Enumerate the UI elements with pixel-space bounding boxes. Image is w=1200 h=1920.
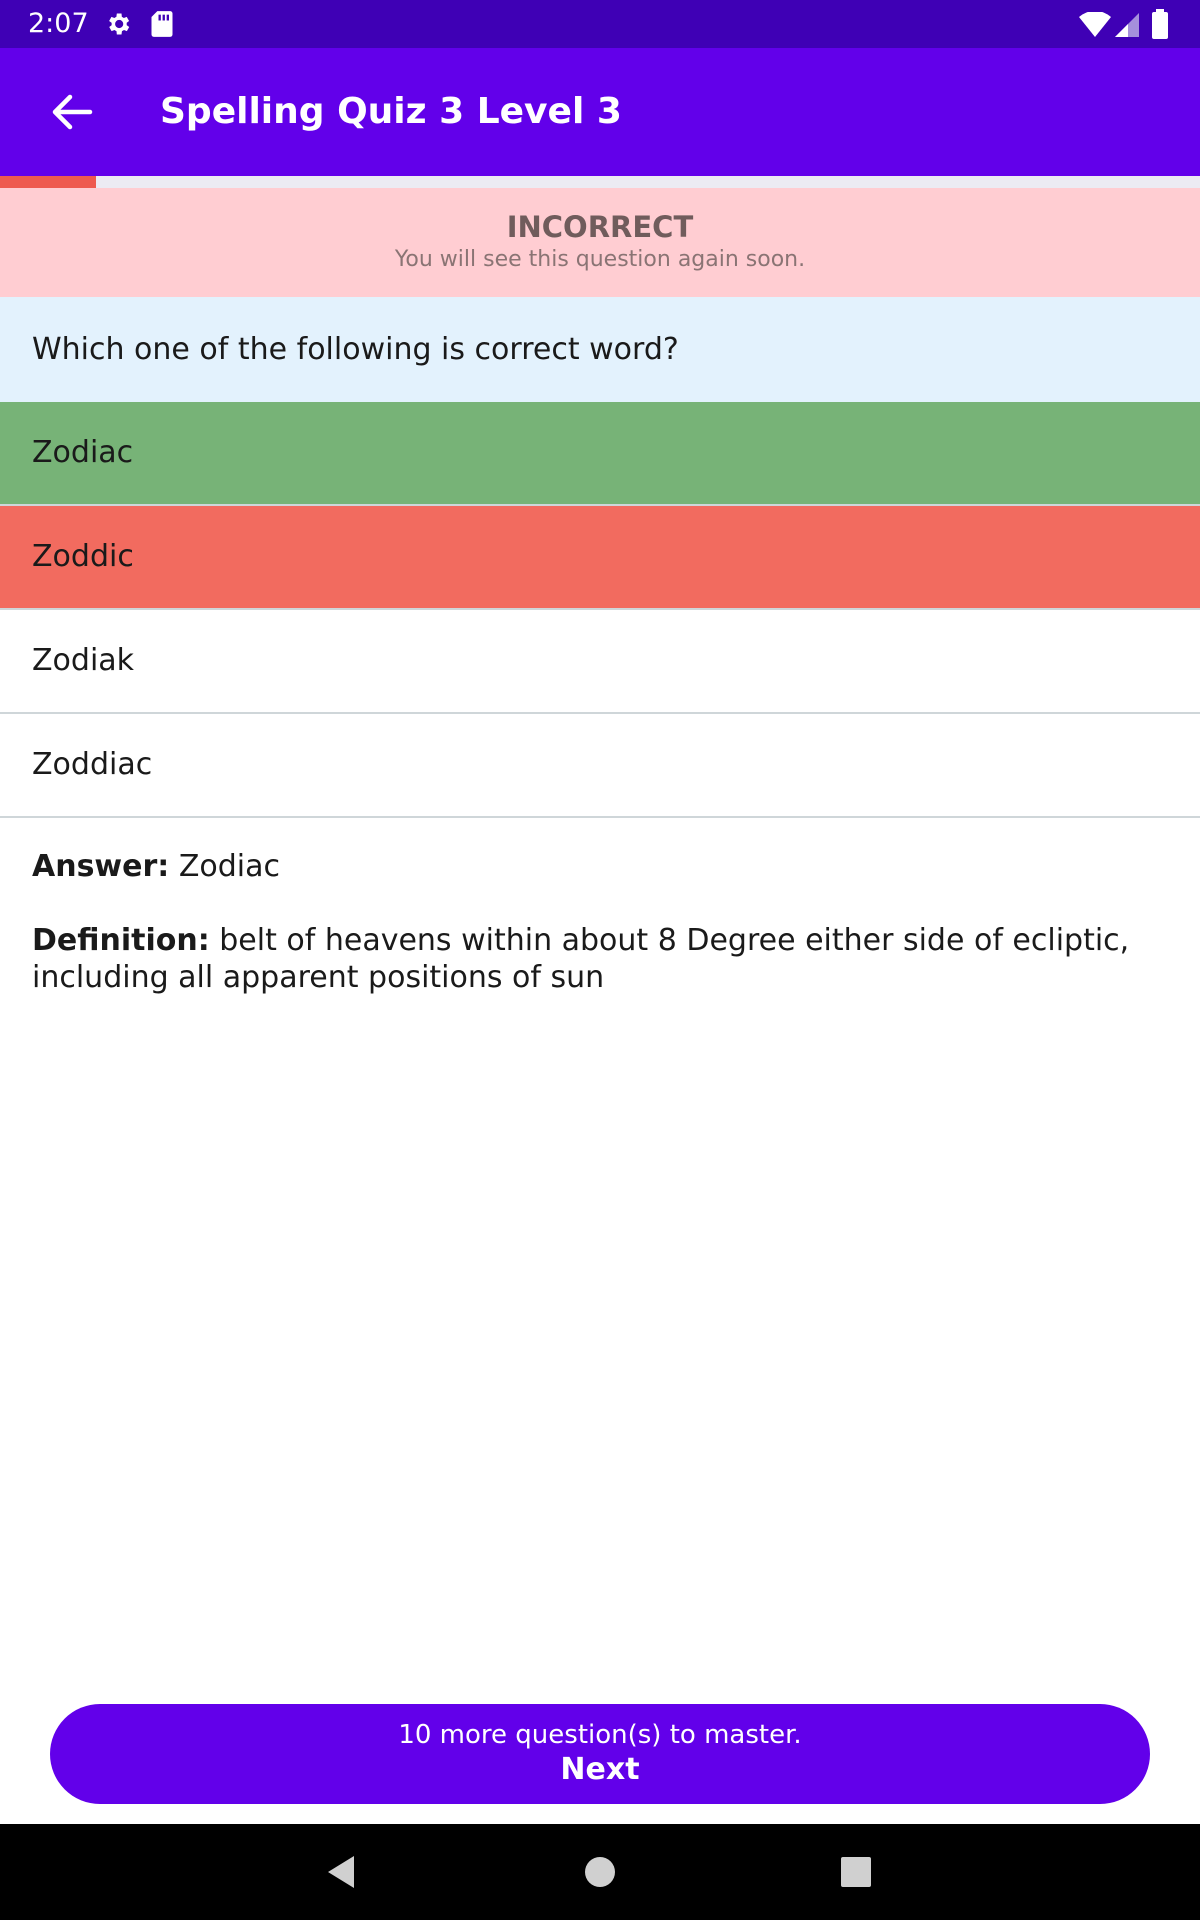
quiz-progress-fill [0, 176, 96, 188]
gear-icon [104, 10, 132, 42]
signal-icon [1114, 12, 1140, 42]
answer-options: Zodiac Zoddic Zodiak Zoddiac [0, 402, 1200, 818]
page-title: Spelling Quiz 3 Level 3 [160, 91, 622, 132]
recents-square-icon [832, 1857, 880, 1900]
question-text: Which one of the following is correct wo… [0, 297, 1200, 402]
definition-label: Definition: [32, 923, 210, 958]
feedback-subtitle: You will see this question again soon. [394, 247, 806, 272]
wifi-icon [1078, 10, 1112, 42]
back-button[interactable] [40, 80, 104, 144]
remaining-questions-text: 10 more question(s) to master. [398, 1720, 802, 1750]
nav-home-button[interactable] [576, 1848, 624, 1896]
nav-recents-button[interactable] [832, 1848, 880, 1896]
status-time: 2:07 [28, 8, 89, 39]
answer-option-4[interactable]: Zoddiac [0, 714, 1200, 818]
status-bar: 2:07 [0, 0, 1200, 48]
answer-option-3[interactable]: Zodiak [0, 610, 1200, 714]
answer-value: Zodiac [178, 849, 281, 884]
back-triangle-icon [318, 1856, 366, 1900]
sd-card-icon [150, 10, 174, 42]
answer-row: Answer: Zodiac [32, 848, 1152, 885]
nav-back-button[interactable] [318, 1848, 366, 1896]
quiz-progress-bar [0, 176, 1200, 188]
next-button-label: Next [560, 1752, 640, 1787]
next-button[interactable]: 10 more question(s) to master. Next [50, 1704, 1150, 1804]
app-bar: Spelling Quiz 3 Level 3 [0, 48, 1200, 176]
answer-label: Answer: [32, 849, 170, 884]
feedback-banner: INCORRECT You will see this question aga… [0, 188, 1200, 297]
system-nav-bar [0, 1824, 1200, 1920]
answer-option-1[interactable]: Zodiac [0, 402, 1200, 506]
answer-option-2[interactable]: Zoddic [0, 506, 1200, 610]
definition-row: Definition: belt of heavens within about… [32, 922, 1152, 996]
arrow-left-icon [40, 94, 104, 148]
battery-icon [1152, 9, 1168, 43]
answer-explanation: Answer: Zodiac Definition: belt of heave… [32, 848, 1152, 996]
home-circle-icon [576, 1857, 624, 1900]
feedback-title: INCORRECT [506, 210, 694, 244]
